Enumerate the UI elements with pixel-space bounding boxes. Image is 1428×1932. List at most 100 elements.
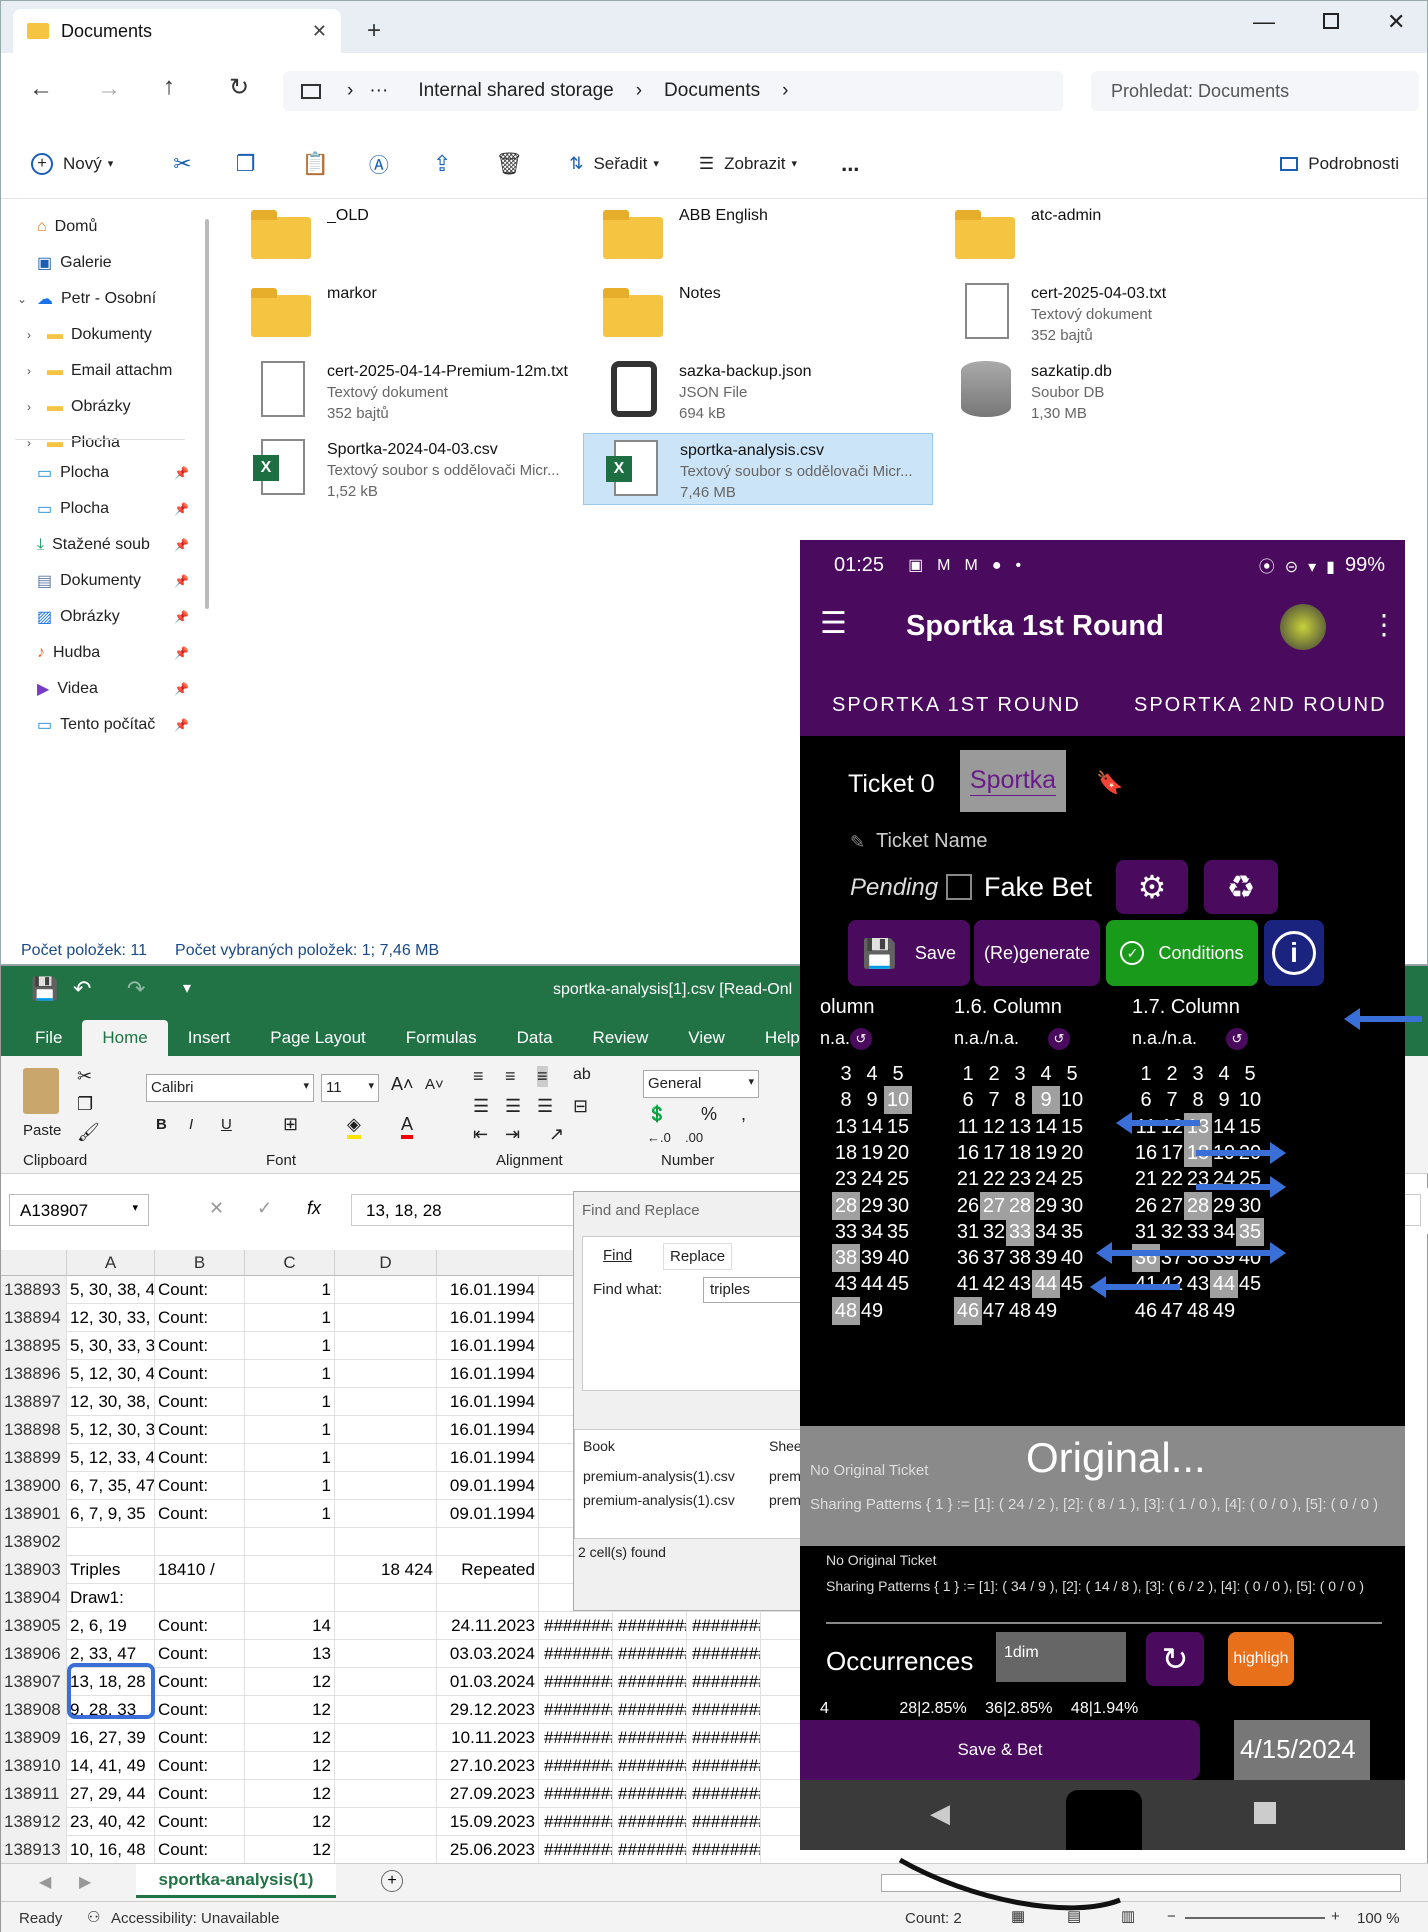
number-cell[interactable]: 15 <box>884 1113 912 1141</box>
conditions-button[interactable]: ✓ Conditions <box>1106 920 1258 986</box>
file-item[interactable]: atc-admin <box>935 199 1285 271</box>
date-field[interactable]: 4/15/2024 <box>1234 1720 1370 1780</box>
number-cell[interactable]: 44 <box>858 1270 886 1298</box>
cell-overflow[interactable]: ######## <box>615 1612 687 1640</box>
cell-overflow[interactable]: ######## <box>689 1836 761 1864</box>
cell-c[interactable]: 12 <box>245 1808 335 1836</box>
chevron-right-icon[interactable]: › <box>27 364 31 378</box>
number-cell[interactable]: 33 <box>1006 1217 1034 1246</box>
number-cell[interactable]: 31 <box>954 1218 982 1246</box>
font-name-select[interactable]: Calibri ▾ <box>146 1074 314 1102</box>
align-middle-icon[interactable]: ≡ <box>505 1066 516 1087</box>
column-header[interactable]: B <box>155 1250 245 1276</box>
align-right-icon[interactable]: ☰ <box>537 1096 553 1117</box>
tab-2nd-round[interactable]: SPORTKA 2ND ROUND <box>1134 694 1387 717</box>
back-icon[interactable]: ← <box>29 75 53 103</box>
qat-customize-icon[interactable]: ▾ <box>183 978 191 998</box>
cell-d[interactable] <box>335 1416 437 1444</box>
file-item[interactable]: _OLD <box>231 199 581 271</box>
cell-e[interactable]: 25.06.2023 <box>437 1836 539 1864</box>
cell-c[interactable]: 13 <box>245 1640 335 1668</box>
info-button[interactable]: i <box>1264 920 1324 986</box>
number-cell[interactable]: 49 <box>1032 1297 1060 1325</box>
save-button[interactable]: 💾 Save <box>848 920 970 986</box>
align-left-icon[interactable]: ☰ <box>473 1096 489 1117</box>
number-cell[interactable]: 39 <box>1032 1244 1060 1272</box>
number-cell[interactable]: 43 <box>832 1270 860 1298</box>
number-cell[interactable]: 42 <box>980 1270 1008 1298</box>
cell-b[interactable]: Count: <box>155 1416 245 1444</box>
sidebar-pinned-item[interactable]: ▭ Plocha 📌 <box>37 489 197 529</box>
column-header[interactable]: C <box>245 1250 335 1276</box>
number-cell[interactable]: 15 <box>1236 1113 1264 1141</box>
refresh-button[interactable]: ↻ <box>1146 1632 1204 1686</box>
number-cell[interactable]: 3 <box>1006 1060 1034 1088</box>
cell-d[interactable] <box>335 1360 437 1388</box>
number-cell[interactable]: 43 <box>1006 1270 1034 1298</box>
cell-e[interactable]: 03.03.2024 <box>437 1640 539 1668</box>
file-item[interactable]: markor <box>231 277 581 349</box>
cell-e[interactable]: 29.12.2023 <box>437 1696 539 1724</box>
number-cell[interactable]: 45 <box>1058 1270 1086 1298</box>
number-cell[interactable]: 2 <box>980 1060 1008 1088</box>
cell-b[interactable] <box>155 1528 245 1556</box>
cell-e[interactable]: 09.01.1994 <box>437 1472 539 1500</box>
number-cell[interactable]: 19 <box>858 1139 886 1167</box>
cell-b[interactable]: Count: <box>155 1612 245 1640</box>
ticket-name-input[interactable]: Ticket Name <box>876 830 988 853</box>
tab-find[interactable]: Find <box>603 1247 632 1264</box>
cell-overflow[interactable]: ######## <box>689 1808 761 1836</box>
file-item[interactable]: X Sportka-2024-04-03.csv Textový soubor s … <box>231 433 581 505</box>
details-button[interactable]: Podrobnosti <box>1280 154 1399 174</box>
orientation-icon[interactable]: ↗ <box>549 1124 564 1145</box>
cell-a[interactable]: 23, 40, 42 <box>67 1808 155 1836</box>
number-cell[interactable]: 1 <box>954 1060 982 1088</box>
ribbon-tab-file[interactable]: File <box>15 1020 82 1056</box>
cell-a[interactable]: 12, 30, 38, <box>67 1388 155 1416</box>
cell-b[interactable]: Count: <box>155 1668 245 1696</box>
cell-c[interactable]: 12 <box>245 1780 335 1808</box>
file-item[interactable]: Xsportka-analysis.csv Textový soubor s od… <box>583 433 933 505</box>
cell-e[interactable]: 01.03.2024 <box>437 1668 539 1696</box>
font-size-select[interactable]: 11 ▾ <box>321 1074 379 1102</box>
row-header[interactable]: 138910 <box>1 1752 67 1780</box>
number-cell[interactable]: 47 <box>980 1297 1008 1325</box>
sidebar-pinned-item[interactable]: ⤓ Stažené soub 📌 <box>37 525 197 565</box>
decrease-decimal-icon[interactable]: .00 <box>685 1130 703 1145</box>
cell-e[interactable]: 16.01.1994 <box>437 1304 539 1332</box>
cell-c[interactable] <box>245 1584 335 1612</box>
maximize-icon[interactable] <box>1323 13 1339 29</box>
menu-icon[interactable]: ☰ <box>820 606 847 641</box>
number-cell[interactable]: 37 <box>1158 1244 1186 1272</box>
number-cell[interactable]: 34 <box>1210 1218 1238 1246</box>
number-cell[interactable]: 34 <box>858 1218 886 1246</box>
merge-icon[interactable]: ⊟ <box>573 1096 588 1117</box>
select-all-corner[interactable] <box>1 1250 67 1276</box>
cell-d[interactable] <box>335 1752 437 1780</box>
cell-b[interactable]: Count: <box>155 1752 245 1780</box>
cell-overflow[interactable]: ######## <box>689 1612 761 1640</box>
number-cell[interactable]: 10 <box>1236 1086 1264 1114</box>
cell-c[interactable]: 12 <box>245 1668 335 1696</box>
number-cell[interactable]: 41 <box>954 1270 982 1298</box>
number-cell[interactable]: 26 <box>954 1192 982 1220</box>
search-input[interactable]: Prohledat: Documents <box>1091 71 1419 111</box>
number-format-select[interactable]: General ▾ <box>643 1070 759 1098</box>
number-cell[interactable]: 18 <box>1006 1139 1034 1167</box>
cell-overflow[interactable]: ######## <box>541 1640 613 1668</box>
ticket-type-field[interactable]: Sportka <box>960 750 1066 812</box>
cell-e[interactable]: 27.09.2023 <box>437 1780 539 1808</box>
number-cell[interactable]: 40 <box>1058 1244 1086 1272</box>
borders-icon[interactable]: ⊞ <box>283 1114 298 1135</box>
row-header[interactable]: 138901 <box>1 1500 67 1528</box>
cell-a[interactable]: 5, 12, 30, 3 <box>67 1416 155 1444</box>
cell-c[interactable]: 1 <box>245 1500 335 1528</box>
italic-icon[interactable]: I <box>189 1116 193 1133</box>
cut-icon[interactable]: ✂ <box>77 1066 92 1087</box>
sidebar-pinned-item[interactable]: ▤ Dokumenty 📌 <box>37 561 197 601</box>
cell-c[interactable] <box>245 1556 335 1584</box>
cell-e[interactable]: 16.01.1994 <box>437 1444 539 1472</box>
nav-recents-icon[interactable] <box>1254 1802 1276 1824</box>
number-cell[interactable]: 20 <box>1058 1139 1086 1167</box>
cell-b[interactable]: Count: <box>155 1360 245 1388</box>
